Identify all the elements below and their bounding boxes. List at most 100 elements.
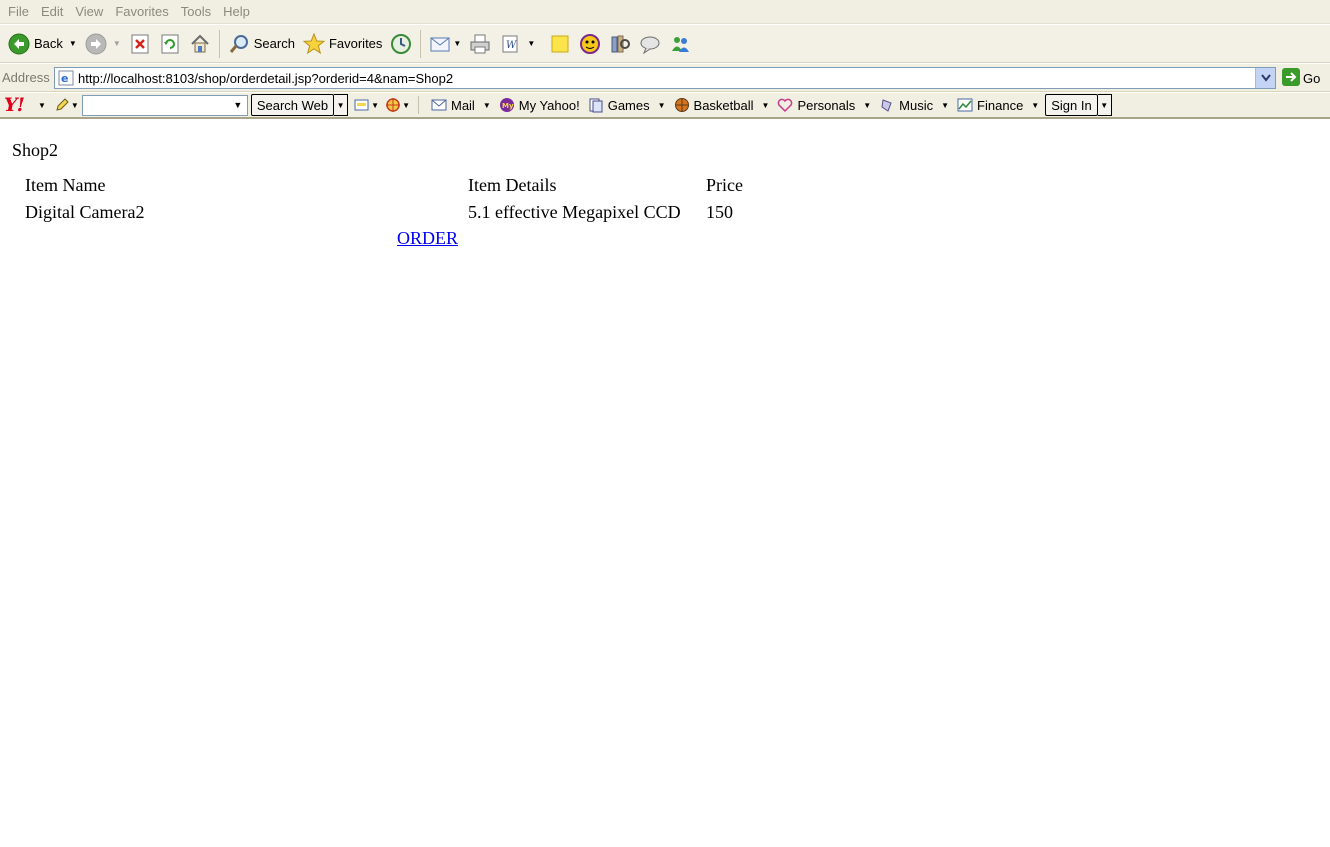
- msn-messenger-button[interactable]: [665, 29, 695, 59]
- games-cards-icon: [588, 97, 604, 113]
- music-button[interactable]: Music ▼: [879, 97, 949, 113]
- back-arrow-icon: [8, 33, 30, 55]
- yahoo-logo[interactable]: Y!: [2, 94, 38, 116]
- edit-dropdown-icon[interactable]: ▼: [527, 39, 535, 48]
- search-button[interactable]: Search: [224, 29, 299, 59]
- svg-text:My: My: [502, 102, 514, 110]
- forward-arrow-icon: [85, 33, 107, 55]
- popup-blocker-dropdown-icon[interactable]: ▼: [402, 101, 410, 110]
- sign-in-dropdown-icon[interactable]: ▼: [1097, 94, 1112, 116]
- header-item-details: Item Details: [468, 175, 557, 195]
- mail-button[interactable]: ▼: [425, 29, 465, 59]
- cell-item-name: Digital Camera2: [25, 202, 145, 222]
- favorites-button[interactable]: Favorites: [299, 29, 386, 59]
- popup-blocker-icon[interactable]: [385, 97, 401, 113]
- menu-view[interactable]: View: [69, 1, 109, 23]
- discussion-bubble-icon: [639, 33, 661, 55]
- sticky-note-icon: [549, 33, 571, 55]
- discuss-button[interactable]: [635, 29, 665, 59]
- my-yahoo-button[interactable]: My My Yahoo!: [499, 97, 580, 113]
- highlight-dropdown-icon[interactable]: ▼: [371, 101, 379, 110]
- svg-text:e: e: [61, 72, 68, 85]
- research-button[interactable]: [605, 29, 635, 59]
- note-button[interactable]: [545, 29, 575, 59]
- finance-button[interactable]: Finance ▼: [957, 97, 1039, 113]
- personals-button[interactable]: Personals ▼: [777, 97, 871, 113]
- basketball-dropdown-icon[interactable]: ▼: [762, 101, 770, 110]
- address-input[interactable]: e http://localhost:8103/shop/orderdetail…: [54, 67, 1276, 89]
- yahoo-mail-button[interactable]: Mail ▼: [431, 97, 491, 113]
- go-arrow-icon: [1282, 67, 1300, 89]
- personals-dropdown-icon[interactable]: ▼: [863, 101, 871, 110]
- basketball-button[interactable]: Basketball ▼: [674, 97, 770, 113]
- yahoo-toolbar: Y! ▼ ▼ ▼ Search Web ▼ ▼ ▼ Mail ▼ My My Y…: [0, 93, 1330, 119]
- music-icon: [879, 97, 895, 113]
- menu-bar: File Edit View Favorites Tools Help: [0, 0, 1330, 24]
- yahoo-search-input[interactable]: ▼: [81, 94, 248, 116]
- history-icon: [390, 33, 412, 55]
- forward-dropdown-icon: ▼: [112, 39, 121, 48]
- edit-button[interactable]: W ▼: [495, 29, 539, 59]
- mail-dropdown-icon[interactable]: ▼: [483, 101, 491, 110]
- address-label: Address: [2, 70, 50, 85]
- search-label: Search: [253, 36, 295, 51]
- toolbar-separator: [417, 96, 419, 114]
- menu-favorites[interactable]: Favorites: [109, 1, 174, 23]
- menu-help[interactable]: Help: [217, 1, 256, 23]
- yahoo-logo-dropdown-icon[interactable]: ▼: [38, 101, 46, 110]
- standard-toolbar: Back ▼ ▼ Search Favorites ▼ W ▼: [0, 25, 1330, 63]
- back-label: Back: [34, 36, 63, 51]
- finance-chart-icon: [957, 97, 973, 113]
- home-button[interactable]: [185, 29, 215, 59]
- menu-edit[interactable]: Edit: [35, 1, 69, 23]
- search-web-dropdown-icon[interactable]: ▼: [334, 94, 349, 116]
- forward-button[interactable]: ▼: [81, 29, 125, 59]
- header-item-name: Item Name: [25, 175, 106, 195]
- personals-heart-icon: [777, 97, 793, 113]
- search-history-dropdown-icon[interactable]: ▼: [230, 97, 246, 114]
- music-label: Music: [899, 97, 934, 113]
- menu-file[interactable]: File: [2, 1, 35, 23]
- messenger-button[interactable]: [575, 29, 605, 59]
- history-button[interactable]: [386, 29, 416, 59]
- shop-name: Shop2: [12, 140, 59, 160]
- mail-icon: [429, 33, 451, 55]
- address-dropdown-icon[interactable]: [1255, 68, 1275, 88]
- order-link[interactable]: ORDER: [397, 228, 458, 249]
- games-button[interactable]: Games ▼: [588, 97, 666, 113]
- games-label: Games: [607, 97, 650, 113]
- pencil-icon[interactable]: [54, 97, 70, 113]
- ie-page-icon: e: [58, 70, 74, 86]
- go-label: Go: [1303, 70, 1321, 86]
- my-yahoo-icon: My: [499, 97, 515, 113]
- sign-in-button[interactable]: Sign In: [1045, 94, 1098, 116]
- stop-button[interactable]: [125, 29, 155, 59]
- printer-icon: [469, 33, 491, 55]
- page-content: Shop2 Item Name Item Details Price Digit…: [0, 120, 1330, 847]
- personals-label: Personals: [797, 97, 856, 113]
- finance-dropdown-icon[interactable]: ▼: [1031, 101, 1039, 110]
- music-dropdown-icon[interactable]: ▼: [941, 101, 949, 110]
- research-books-icon: [609, 33, 631, 55]
- refresh-icon: [159, 33, 181, 55]
- favorites-star-icon: [302, 32, 325, 55]
- highlight-icon[interactable]: [354, 97, 370, 113]
- yahoo-mail-label: Mail: [450, 97, 475, 113]
- toolbar-separator: [218, 29, 220, 58]
- mail-dropdown-icon[interactable]: ▼: [453, 39, 461, 48]
- favorites-label: Favorites: [328, 36, 383, 51]
- pencil-dropdown-icon[interactable]: ▼: [71, 101, 79, 110]
- go-button[interactable]: Go: [1282, 67, 1321, 89]
- finance-label: Finance: [977, 97, 1024, 113]
- basketball-icon: [674, 97, 690, 113]
- back-button[interactable]: Back ▼: [4, 29, 81, 59]
- toolbar-separator: [420, 29, 422, 58]
- back-dropdown-icon[interactable]: ▼: [69, 39, 77, 48]
- search-web-button[interactable]: Search Web: [250, 94, 335, 116]
- games-dropdown-icon[interactable]: ▼: [658, 101, 666, 110]
- menu-tools[interactable]: Tools: [175, 1, 217, 23]
- refresh-button[interactable]: [155, 29, 185, 59]
- address-url: http://localhost:8103/shop/orderdetail.j…: [78, 70, 454, 86]
- print-button[interactable]: [465, 29, 495, 59]
- header-price: Price: [706, 175, 743, 195]
